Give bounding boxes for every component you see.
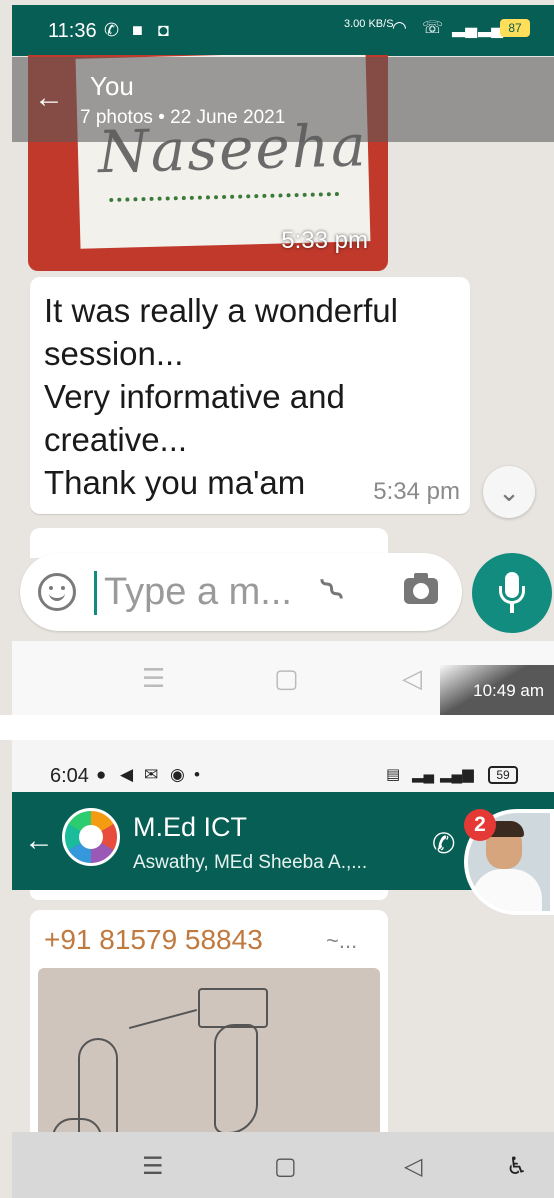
sketch-stroke <box>128 1008 198 1030</box>
home-icon[interactable]: ▢ <box>274 663 299 694</box>
mic-icon-arc <box>499 586 525 604</box>
volte-icon: ☏ <box>422 18 444 37</box>
home-icon[interactable]: ▢ <box>274 1152 297 1181</box>
message-text: It was really a wonderful session... Ver… <box>44 292 398 501</box>
battery-icon: 87 <box>500 19 530 37</box>
attach-icon[interactable]: ⌇ <box>312 569 354 611</box>
net-speed: 3.00 KB/S <box>344 18 394 30</box>
telegram-icon: ◀ <box>120 765 134 784</box>
separator-dot: • <box>158 107 171 128</box>
message-time: 5:34 pm <box>373 478 460 505</box>
group-name[interactable]: M.Ed ICT <box>133 812 247 843</box>
group-avatar[interactable] <box>62 808 120 866</box>
photo-time: 5:33 pm <box>281 227 368 254</box>
back-icon[interactable]: ◁ <box>404 1152 422 1181</box>
menu-icon[interactable]: ☰ <box>142 663 165 694</box>
signal-icon: ▂▄ <box>412 766 435 783</box>
media-viewer-bar: ← You 7 photos • 22 June 2021 <box>12 57 554 142</box>
add-call-icon[interactable]: ✆ <box>432 827 455 860</box>
scroll-down-button[interactable]: ⌄ <box>483 466 535 518</box>
volte-icon: ▤ <box>386 766 401 783</box>
viewer-meta: 7 photos • 22 June 2021 <box>80 107 285 129</box>
gmail-icon: ✉ <box>144 765 159 784</box>
sketch-stroke <box>214 1024 258 1134</box>
status-time: 6:04 <box>50 765 89 787</box>
chrome-icon: ◉ <box>170 765 185 784</box>
back-arrow-icon[interactable]: ← <box>34 81 64 115</box>
status-time: 11:36 <box>48 20 97 42</box>
unread-badge: 2 <box>464 809 496 841</box>
avatar-shirt <box>472 869 542 911</box>
partial-message <box>30 890 388 900</box>
menu-icon[interactable]: ☰ <box>142 1152 164 1181</box>
group-members[interactable]: Aswathy, MEd Sheeba A.,... <box>133 852 367 874</box>
wifi-icon: ◠ <box>392 18 407 37</box>
battery-icon: 59 <box>488 766 518 784</box>
text-message[interactable]: It was really a wonderful session... Ver… <box>30 277 470 514</box>
back-icon[interactable]: ◁ <box>402 663 422 694</box>
navigation-bar: ☰ ▢ ◁ ♿ <box>12 1132 554 1198</box>
top-screenshot: 11:36 ✆ ■ ◘ 3.00 KB/S ◠ ☏ ▂▄ ▂▄ 87 Nasee… <box>0 0 554 715</box>
accessibility-icon[interactable]: ♿ <box>506 1152 528 1181</box>
app-icon: ■ <box>132 20 143 40</box>
screenshot-timestamp: 10:49 am <box>440 665 554 715</box>
signal-4g-icon: ▂▄▆ <box>440 766 474 783</box>
status-bar: 11:36 ✆ ■ ◘ 3.00 KB/S ◠ ☏ ▂▄ ▂▄ 87 <box>12 5 554 56</box>
voice-message-button[interactable] <box>472 553 552 633</box>
status-bar: 6:04 ● ◀ ✉ ◉ • ▤ ▂▄ ▂▄▆ 59 <box>12 740 554 792</box>
viewer-sender: You <box>90 71 134 101</box>
messenger-icon: ● <box>96 765 107 784</box>
message-composer: ⌇ <box>20 553 462 631</box>
text-caret <box>94 571 97 615</box>
whatsapp-icon: ✆ <box>104 20 120 40</box>
back-arrow-icon[interactable]: ← <box>24 824 54 858</box>
message-sender[interactable]: +91 81579 58843 <box>44 924 263 956</box>
sketch-stroke <box>198 988 268 1028</box>
double-chevron-down-icon: ⌄ <box>498 477 520 507</box>
app-icon: ◘ <box>158 20 169 40</box>
sender-suffix: ~... <box>326 928 358 953</box>
mic-icon-stem <box>510 603 514 613</box>
photo-date: 22 June 2021 <box>170 107 286 128</box>
more-dot-icon: • <box>194 765 200 784</box>
signal-icon: ▂▄ <box>452 18 478 37</box>
message-input[interactable] <box>104 567 304 617</box>
photo-count: 7 photos <box>80 107 153 128</box>
screenshot-time: 10:49 am <box>473 681 544 700</box>
camera-icon[interactable] <box>404 573 438 604</box>
vine-drawing <box>109 191 340 228</box>
bottom-screenshot: 6:04 ● ◀ ✉ ◉ • ▤ ▂▄ ▂▄▆ 59 ← M.Ed ICT As… <box>0 740 554 1198</box>
emoji-icon[interactable] <box>38 573 76 611</box>
